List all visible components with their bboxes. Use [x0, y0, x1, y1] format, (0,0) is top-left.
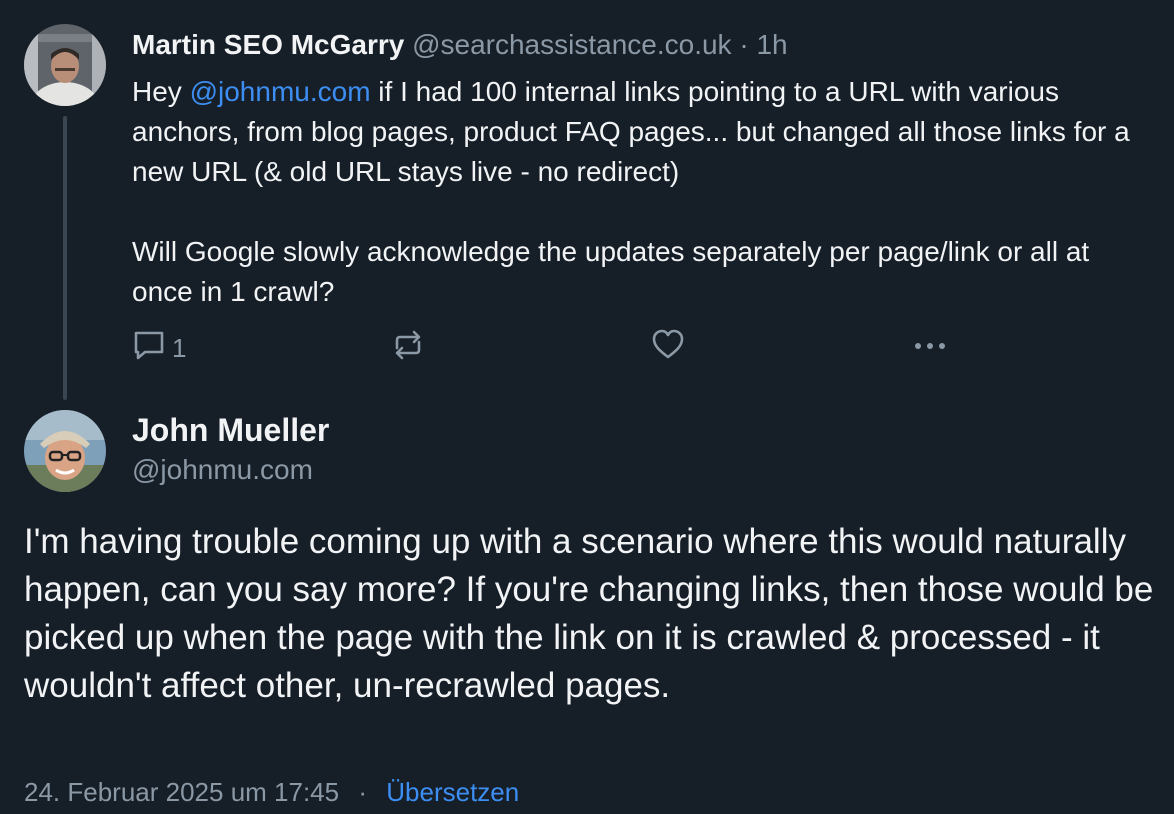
avatar-martin[interactable]	[24, 24, 106, 106]
thread-line	[63, 116, 67, 400]
reply-button[interactable]: 1	[132, 328, 186, 368]
like-icon	[650, 328, 686, 369]
text-prefix: Hey	[132, 76, 190, 107]
translate-link[interactable]: Übersetzen	[386, 777, 519, 807]
post-paragraph-1: Hey @johnmu.com if I had 100 internal li…	[132, 72, 1142, 192]
post-paragraph-2: Will Google slowly acknowledge the updat…	[132, 236, 1090, 307]
reply-count: 1	[172, 332, 187, 363]
post-timestamp: 24. Februar 2025 um 17:45	[24, 777, 340, 807]
reply-post-text: I'm having trouble coming up with a scen…	[24, 522, 1154, 705]
meta-separator: ·	[358, 777, 368, 807]
author-name[interactable]: John Mueller	[132, 410, 329, 450]
repost-icon	[390, 328, 426, 369]
post-actions: 1	[132, 328, 962, 368]
reply-icon	[132, 328, 166, 369]
post-body: Hey @johnmu.com if I had 100 internal li…	[132, 72, 1142, 312]
parent-post: Martin SEO McGarry @searchassistance.co.…	[132, 26, 1142, 312]
mention-link[interactable]: @johnmu.com	[190, 76, 371, 107]
author-handle[interactable]: @johnmu.com	[132, 450, 329, 490]
post-header: Martin SEO McGarry @searchassistance.co.…	[132, 26, 1142, 64]
avatar-john[interactable]	[24, 410, 106, 492]
author-handle[interactable]: @searchassistance.co.uk	[412, 29, 731, 60]
post-time[interactable]: 1h	[756, 29, 787, 60]
reply-post-header: John Mueller @johnmu.com	[132, 410, 329, 490]
author-name[interactable]: Martin SEO McGarry	[132, 29, 404, 60]
header-separator: ·	[739, 29, 749, 60]
like-button[interactable]	[650, 328, 686, 368]
post-meta: 24. Februar 2025 um 17:45 · Übersetzen	[24, 774, 519, 810]
repost-button[interactable]	[390, 328, 426, 368]
more-button[interactable]	[912, 328, 948, 368]
more-icon	[912, 328, 948, 369]
